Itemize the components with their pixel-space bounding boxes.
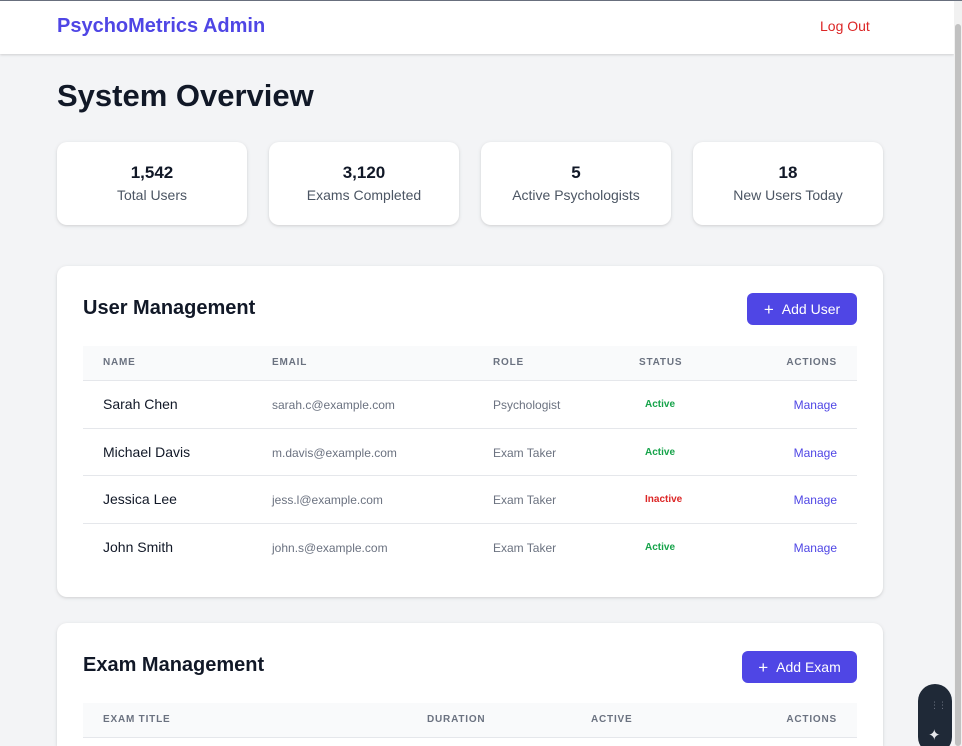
user-email: jess.l@example.com <box>272 493 383 507</box>
stat-value: 5 <box>571 163 581 182</box>
stat-card-exams-completed: 3,120 Exams Completed <box>269 142 459 225</box>
user-management-panel: User Management + Add User Name Email Ro… <box>57 266 883 597</box>
column-header-status[interactable]: Status <box>639 357 682 368</box>
column-header-active[interactable]: Active <box>591 714 632 725</box>
exam-management-title: Exam Management <box>83 654 265 676</box>
users-table-header: Name Email Role Status Actions <box>83 346 857 381</box>
exams-table: Exam Title Duration Active Actions <box>83 703 857 738</box>
add-user-button-label: Add User <box>781 301 841 317</box>
plus-icon: + <box>763 299 774 319</box>
column-header-name[interactable]: Name <box>103 357 136 368</box>
stat-card-active-psychologists: 5 Active Psychologists <box>481 142 671 225</box>
table-row: John Smith john.s@example.com Exam Taker… <box>83 524 857 572</box>
stat-label: Exams Completed <box>306 187 422 203</box>
exams-table-header: Exam Title Duration Active Actions <box>83 703 857 738</box>
add-exam-button[interactable]: + Add Exam <box>742 651 857 683</box>
stat-card-new-users-today: 18 New Users Today <box>693 142 883 225</box>
table-row: Michael Davis m.davis@example.com Exam T… <box>83 429 857 476</box>
user-name: Jessica Lee <box>103 491 177 507</box>
user-role: Exam Taker <box>493 540 557 555</box>
user-email: john.s@example.com <box>272 540 388 555</box>
stat-value: 1,542 <box>130 163 174 182</box>
stat-label: Active Psychologists <box>512 187 640 203</box>
manage-user-link[interactable]: Manage <box>794 446 837 460</box>
users-table: Name Email Role Status Actions Sarah Che… <box>83 346 857 571</box>
manage-user-link[interactable]: Manage <box>794 493 837 507</box>
sparkle-icon[interactable]: ✦ <box>928 726 941 744</box>
table-row: Sarah Chen sarah.c@example.com Psycholog… <box>83 381 857 429</box>
page-scrollbar-thumb[interactable] <box>955 24 961 746</box>
add-user-button[interactable]: + Add User <box>747 293 857 325</box>
status-badge: Inactive <box>645 494 683 505</box>
user-role: Psychologist <box>493 398 561 412</box>
stat-label: Total Users <box>116 187 188 203</box>
column-header-email[interactable]: Email <box>272 357 307 368</box>
top-navbar: PsychoMetrics Admin Log Out <box>0 1 954 54</box>
stat-label: New Users Today <box>733 187 843 203</box>
drag-handle-icon[interactable]: ⋮⋮ <box>930 700 947 711</box>
stat-card-total-users: 1,542 Total Users <box>57 142 247 225</box>
stat-value: 18 <box>778 163 798 182</box>
column-header-actions: Actions <box>786 714 837 725</box>
status-badge: Active <box>645 541 676 553</box>
user-email: m.davis@example.com <box>272 445 397 460</box>
user-name: Sarah Chen <box>103 396 178 412</box>
logout-link[interactable]: Log Out <box>820 18 870 34</box>
exam-management-panel: Exam Management + Add Exam Exam Title Du… <box>57 623 883 746</box>
table-row: Jessica Lee jess.l@example.com Exam Take… <box>83 476 857 524</box>
column-header-role[interactable]: Role <box>493 357 524 368</box>
user-management-title: User Management <box>83 297 256 319</box>
user-name: John Smith <box>103 538 174 555</box>
user-role: Exam Taker <box>493 493 557 507</box>
app-brand[interactable]: PsychoMetrics Admin <box>57 15 265 38</box>
manage-user-link[interactable]: Manage <box>794 541 837 555</box>
user-role: Exam Taker <box>493 445 557 460</box>
status-badge: Active <box>645 446 676 458</box>
manage-user-link[interactable]: Manage <box>794 398 837 412</box>
status-badge: Active <box>645 399 676 410</box>
column-header-actions: Actions <box>786 357 837 368</box>
user-email: sarah.c@example.com <box>272 398 395 412</box>
page-title: System Overview <box>57 78 314 113</box>
plus-icon: + <box>758 657 769 677</box>
add-exam-button-label: Add Exam <box>776 659 841 675</box>
stat-value: 3,120 <box>342 163 386 182</box>
user-name: Michael Davis <box>103 443 191 460</box>
column-header-exam-title[interactable]: Exam Title <box>103 714 170 725</box>
column-header-duration[interactable]: Duration <box>427 714 485 725</box>
floating-assistant-widget[interactable]: ⋮⋮ ✦ <box>918 684 952 746</box>
